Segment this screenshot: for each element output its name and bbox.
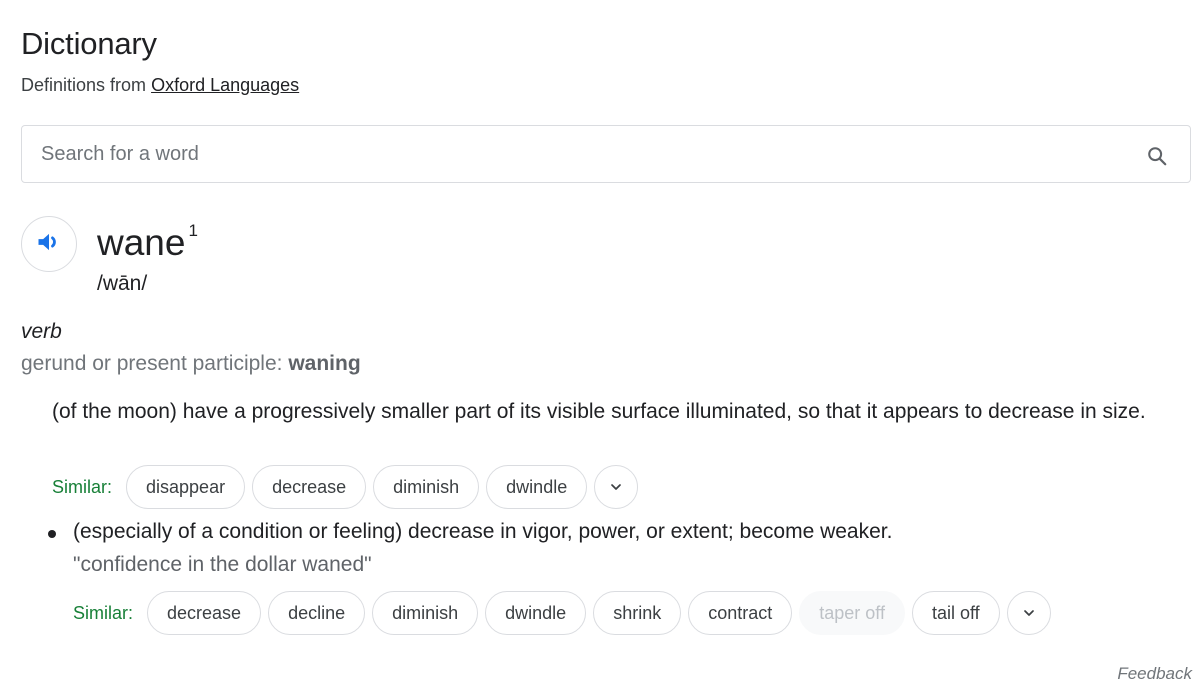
gerund-line: gerund or present participle: waning — [21, 352, 361, 376]
expand-similar-button[interactable] — [1006, 591, 1051, 635]
expand-similar-button[interactable] — [594, 465, 639, 509]
headword-text: wane — [97, 222, 186, 263]
headword: wane 1 — [97, 220, 198, 264]
pronunciation-button[interactable] — [21, 216, 77, 272]
similar-chip[interactable]: dwindle — [486, 465, 588, 509]
similar-chip[interactable]: diminish — [373, 465, 480, 509]
example-sentence: "confidence in the dollar waned" — [73, 553, 372, 576]
similar-chip[interactable]: contract — [688, 591, 793, 635]
page-title: Dictionary — [21, 26, 157, 61]
speaker-icon — [35, 228, 63, 261]
chevron-down-icon — [1023, 610, 1034, 616]
similar-chip[interactable]: shrink — [593, 591, 682, 635]
similar-chip[interactable]: decline — [268, 591, 366, 635]
similar-chip-disabled: taper off — [799, 591, 905, 635]
definition-2: (especially of a condition or feeling) d… — [73, 520, 893, 543]
search-box — [21, 125, 1191, 183]
part-of-speech: verb — [21, 320, 62, 343]
similar-chip[interactable]: decrease — [252, 465, 367, 509]
similar-chip[interactable]: disappear — [126, 465, 246, 509]
similar-label: Similar: — [52, 476, 113, 497]
feedback-link[interactable]: Feedback — [1117, 664, 1192, 684]
similar-chip[interactable]: decrease — [147, 591, 262, 635]
bullet-icon — [48, 530, 56, 538]
similar-row-1: Similar: disappear decrease diminish dwi… — [52, 465, 645, 509]
search-input[interactable] — [41, 126, 1131, 182]
similar-chip[interactable]: dwindle — [485, 591, 587, 635]
gerund-label: gerund or present participle: — [21, 352, 283, 375]
source-line: Definitions from Oxford Languages — [21, 75, 299, 96]
definition-1: (of the moon) have a progressively small… — [52, 400, 1146, 423]
oxford-languages-link[interactable]: Oxford Languages — [151, 75, 299, 95]
similar-label: Similar: — [73, 602, 134, 623]
similar-chip[interactable]: tail off — [911, 591, 1000, 635]
similar-row-2: Similar: decrease decline diminish dwind… — [73, 591, 1058, 635]
similar-chip[interactable]: diminish — [372, 591, 479, 635]
source-prefix: Definitions from — [21, 75, 147, 95]
homograph-number: 1 — [188, 220, 198, 240]
phonetic: /wān/ — [97, 272, 148, 295]
gerund-value: waning — [288, 352, 361, 375]
chevron-down-icon — [611, 484, 622, 490]
dictionary-panel: Dictionary Definitions from Oxford Langu… — [0, 0, 1200, 697]
search-icon[interactable] — [1146, 145, 1168, 167]
